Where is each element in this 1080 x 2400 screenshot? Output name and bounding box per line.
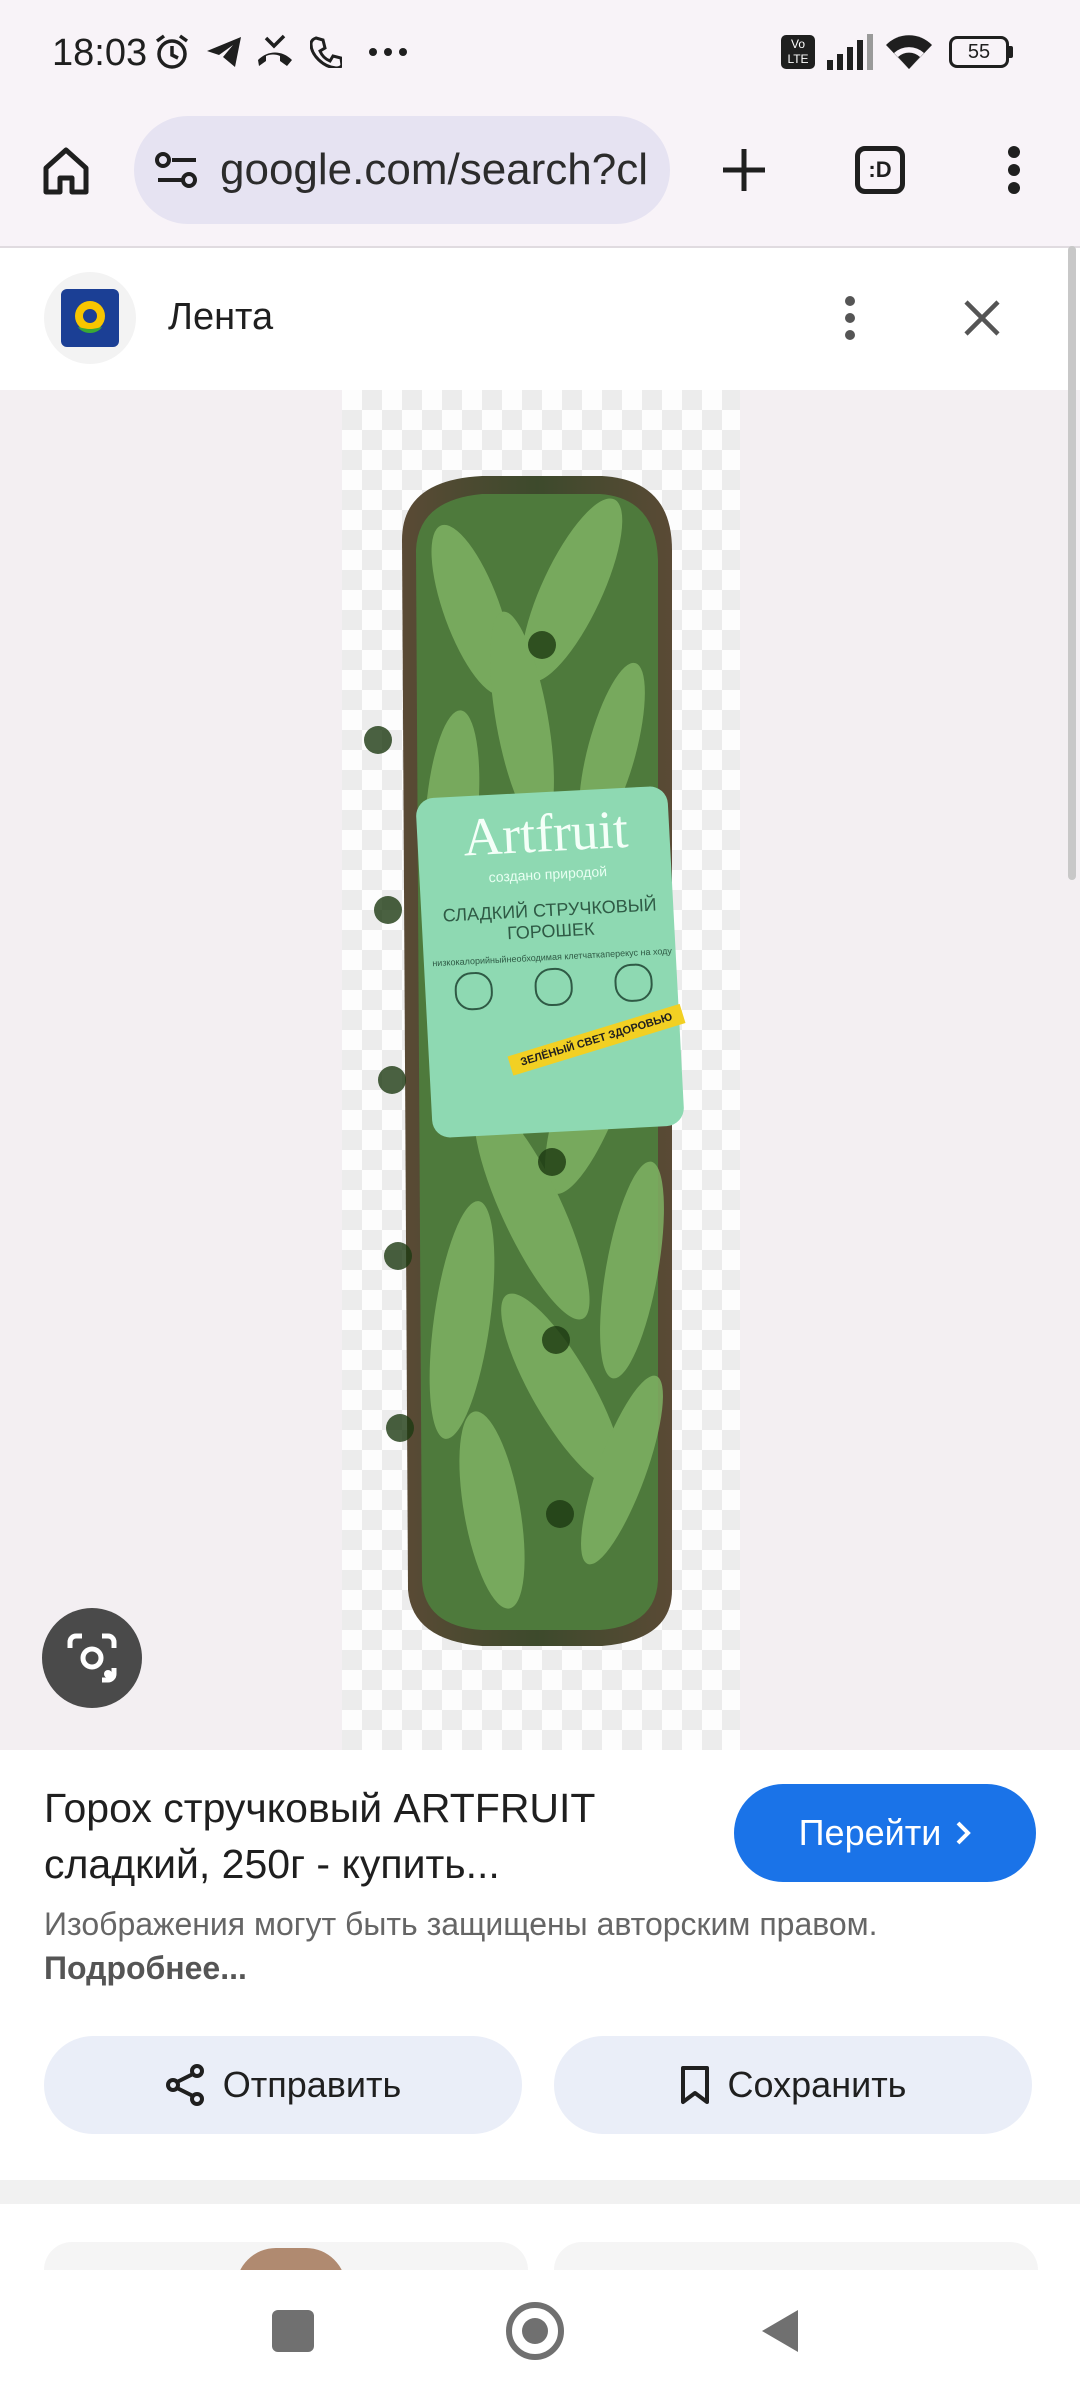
call-icon [308, 30, 344, 74]
feature-snack: перекус на ходу [604, 945, 673, 960]
image-viewer[interactable]: Artfruit создано природой СЛАДКИЙ СТРУЧК… [0, 390, 1080, 1750]
share-icon [165, 2064, 204, 2106]
home-nav-button[interactable] [506, 2302, 564, 2360]
site-settings-icon[interactable] [134, 150, 220, 190]
snack-icon [613, 962, 654, 1003]
alarm-icon [152, 30, 192, 74]
source-header [0, 248, 1060, 390]
learn-more-link[interactable]: Подробнее... [44, 1950, 247, 1986]
more-notifications-icon [364, 30, 412, 74]
visit-button[interactable]: Перейти [734, 1784, 1036, 1882]
fiber-icon [533, 966, 574, 1007]
volte-icon: Vo LTE [780, 30, 816, 74]
url-text: google.com/search?cl [220, 145, 649, 194]
promo-banner: ЗЕЛЁНЫЙ СВЕТ ЗДОРОВЬЮ [507, 1003, 686, 1076]
copyright-text: Изображения могут быть защищены авторски… [44, 1906, 878, 1942]
battery-icon: 55 [946, 30, 1016, 74]
new-tab-button[interactable] [700, 126, 788, 214]
share-label: Отправить [222, 2064, 402, 2105]
bookmark-icon [680, 2066, 709, 2104]
google-lens-button[interactable] [42, 1608, 142, 1708]
brand-name: Artfruit [461, 798, 630, 868]
home-dot-icon [522, 2318, 548, 2344]
tabs-switcher-button[interactable]: :D [836, 126, 924, 214]
feature-low-calorie: низкокалорийный [432, 954, 507, 969]
missed-call-icon [254, 30, 296, 74]
source-name[interactable]: Лента [168, 296, 273, 339]
home-button[interactable] [22, 126, 110, 214]
lenta-logo[interactable] [44, 272, 136, 364]
signal-icon [824, 30, 874, 74]
scrollbar[interactable] [1068, 246, 1076, 880]
chevron-right-icon [956, 1821, 972, 1845]
source-more-button[interactable] [806, 274, 894, 362]
share-button[interactable]: Отправить [44, 2036, 522, 2134]
save-button[interactable]: Сохранить [554, 2036, 1032, 2134]
visit-button-label: Перейти [798, 1812, 942, 1853]
browser-menu-button[interactable] [970, 126, 1058, 214]
battery-level: 55 [949, 36, 1009, 68]
product-label: Artfruit создано природой СЛАДКИЙ СТРУЧК… [424, 784, 686, 1126]
save-label: Сохранить [727, 2064, 907, 2105]
result-title[interactable]: Горох стручковый ARTFRUIT сладкий, 250г … [44, 1780, 684, 1892]
low-calorie-icon [453, 971, 494, 1012]
back-triangle-icon [762, 2310, 798, 2352]
back-button[interactable] [758, 2306, 802, 2361]
section-divider [0, 2180, 1080, 2204]
copyright-notice: Изображения могут быть защищены авторски… [44, 1902, 944, 1990]
wifi-icon [882, 30, 936, 74]
address-bar[interactable]: google.com/search?cl [134, 116, 670, 224]
recents-button[interactable] [272, 2310, 314, 2352]
telegram-icon [204, 30, 244, 74]
clock: 18:03 [52, 32, 148, 74]
tabs-count-icon: :D [855, 146, 905, 194]
close-button[interactable] [938, 274, 1026, 362]
feature-fiber: необходимая клетчатка [506, 949, 606, 965]
